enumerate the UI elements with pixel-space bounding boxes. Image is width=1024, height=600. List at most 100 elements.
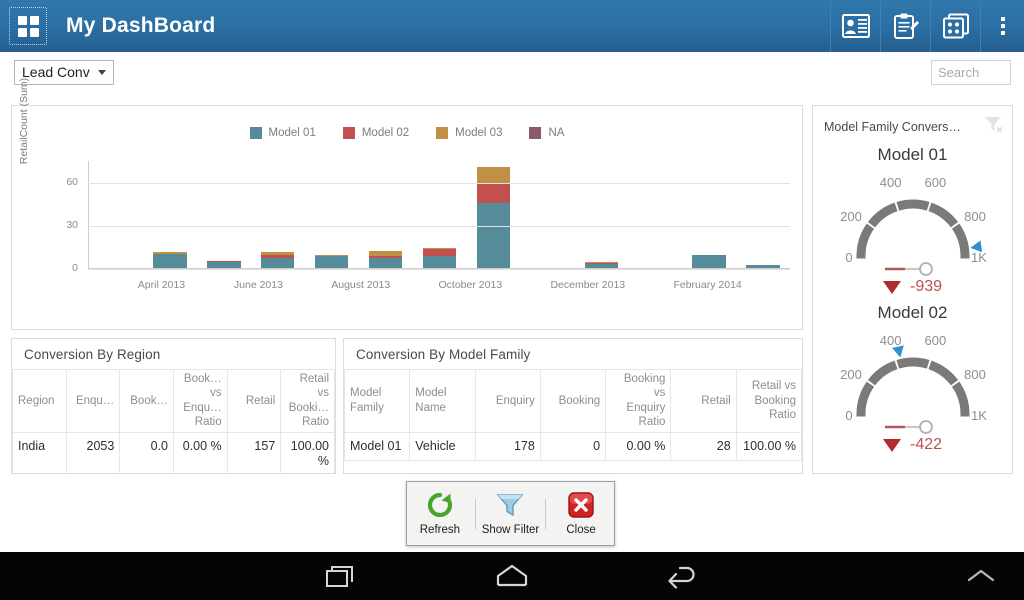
legend-item[interactable]: Model 01 [249, 127, 316, 139]
gauge-value: -422 [813, 436, 1012, 454]
gauge-title: Model 01 [877, 145, 948, 164]
chart-bar-segment [153, 253, 187, 268]
table-cell: 100.00 % [735, 431, 802, 461]
table-cell: India [12, 431, 67, 473]
refresh-button[interactable]: Refresh [409, 490, 471, 537]
chart-bar-segment [314, 256, 349, 268]
back-button[interactable] [617, 563, 747, 589]
chart-bar-slot[interactable] [574, 161, 628, 268]
overflow-menu-icon[interactable] [980, 0, 1024, 52]
table-column-header[interactable]: Model Name [409, 369, 476, 433]
table-cell: 28 [670, 431, 737, 461]
legend-item[interactable]: Model 02 [342, 127, 410, 139]
table-column-header[interactable]: Retail vs Booking Ratio [735, 369, 802, 433]
table-row[interactable]: Model 01 Vehicle 178 0 0.00 % 28 100.00 % [344, 431, 802, 461]
home-icon [496, 564, 528, 587]
table-row[interactable]: India 2053 0.0 0.00 % 157 100.00 % [12, 431, 335, 473]
legend-item[interactable]: NA [529, 127, 564, 139]
chart-bar-slot[interactable] [628, 161, 682, 268]
chart-bar-slot[interactable] [520, 161, 574, 268]
table-cell: 0.00 % [605, 431, 672, 461]
gauge-panel-header: Model Family Convers… [813, 106, 1012, 138]
table-column-header[interactable]: Booking [539, 369, 607, 433]
table-column-header[interactable]: Book… vs Enqu… Ratio [172, 369, 228, 433]
table-column-header[interactable]: Enqu… [65, 369, 121, 433]
chart-bar-slot[interactable] [413, 161, 467, 268]
legend-item[interactable]: Model 03 [436, 127, 502, 139]
chart-bar-slot[interactable] [89, 161, 143, 268]
chart-bar-segment [261, 257, 295, 268]
appbar-actions [830, 0, 1024, 52]
dashboard-app: My DashBoard Lead Conv Search Model 01 M… [0, 0, 1024, 600]
trend-down-icon [882, 438, 901, 452]
table-column-header[interactable]: Model Family [344, 369, 411, 433]
legend-swatch [342, 127, 355, 139]
chart-bar-slot[interactable] [682, 161, 736, 268]
toolbar-divider [474, 498, 476, 529]
funnel-icon [497, 494, 524, 517]
table-cell: 0.00 % [172, 431, 228, 473]
table-column-header[interactable]: Retail [226, 369, 282, 433]
chart-y-tick: 0 [72, 262, 78, 274]
chart-gridline [88, 182, 790, 184]
chart-bar-segment [207, 262, 241, 268]
table-cell: Vehicle [409, 431, 476, 461]
close-button[interactable]: Close [550, 490, 612, 537]
dashboard-stack-icon[interactable] [930, 0, 980, 52]
expand-button[interactable] [958, 566, 1004, 586]
grid-apps-icon[interactable] [9, 7, 47, 45]
svg-text:800: 800 [964, 367, 986, 382]
table-column-header[interactable]: Booking vs Enquiry Ratio [605, 369, 672, 433]
table-column-header[interactable]: Book… [119, 369, 174, 433]
chart-bars [89, 161, 790, 268]
chart-legend: Model 01 Model 02 Model 03 NA [12, 127, 802, 139]
table-column-header[interactable]: Enquiry [474, 369, 541, 433]
chart-bar-segment [422, 249, 457, 257]
svg-text:0: 0 [845, 408, 852, 423]
dashboard-select-label: Lead Conv [22, 64, 90, 80]
sub-bar: Lead Conv Search [0, 52, 1024, 92]
home-button[interactable] [447, 563, 577, 589]
table-column-header[interactable]: Region [12, 369, 67, 433]
chart-bar-slot[interactable] [197, 161, 251, 268]
clear-filter-icon[interactable] [984, 115, 1004, 138]
chart-bar-segment [746, 265, 780, 268]
gauge-value-text: -422 [909, 436, 943, 453]
legend-swatch [436, 127, 449, 139]
svg-text:400: 400 [880, 333, 902, 348]
show-filter-button[interactable]: Show Filter [479, 490, 541, 537]
chart-bar-slot[interactable] [143, 161, 197, 268]
chart-x-tick-label [625, 279, 673, 291]
chart-bar-slot[interactable] [251, 161, 305, 268]
chart-y-axis-label: RetailCount (Sum) [18, 77, 30, 165]
region-table-header-row: Region Enqu… Book… Book… vs Enqu… Ratio Retail R… [12, 369, 335, 433]
chart-bar-slot[interactable] [466, 161, 520, 268]
chevron-down-icon [97, 69, 106, 75]
toolbar-divider-2 [545, 498, 547, 529]
chevron-up-icon [967, 569, 995, 582]
chart-x-tick-label: June 2013 [233, 279, 283, 291]
clipboard-edit-icon[interactable] [880, 0, 930, 52]
contacts-icon[interactable] [830, 0, 880, 52]
table-column-header[interactable]: Retail vs Booki… Ratio [280, 369, 335, 433]
chart-bar-segment [584, 263, 618, 268]
legend-label: Model 02 [361, 127, 410, 139]
chart-x-tick-label [186, 279, 234, 291]
chart-plot-area: RetailCount (Sum) April 2013 June 2013 Aug… [12, 78, 802, 299]
table-cell: 0.0 [119, 431, 174, 473]
chart-bar-slot[interactable] [359, 161, 413, 268]
chart-bar-slot[interactable] [305, 161, 359, 268]
refresh-icon [427, 492, 452, 517]
family-table-header-row: Model Family Model Name Enquiry Booking Bookin… [344, 369, 802, 433]
table-cell: 0 [539, 431, 607, 461]
gauge-2[interactable]: Model 02 200 400 600 800 0 1K -422 [813, 303, 1012, 454]
chart-x-tick-label [390, 279, 438, 291]
svg-text:600: 600 [925, 175, 947, 190]
chart-x-tick-label [89, 279, 137, 291]
recents-button[interactable] [277, 563, 407, 589]
search-input[interactable]: Search [931, 59, 1011, 85]
table-column-header[interactable]: Retail [670, 369, 737, 433]
gauge-1[interactable]: Model 01 200 400 600 800 0 1K -939 [813, 145, 1012, 296]
gauge-value: -939 [813, 278, 1012, 296]
chart-bar-slot[interactable] [736, 161, 790, 268]
